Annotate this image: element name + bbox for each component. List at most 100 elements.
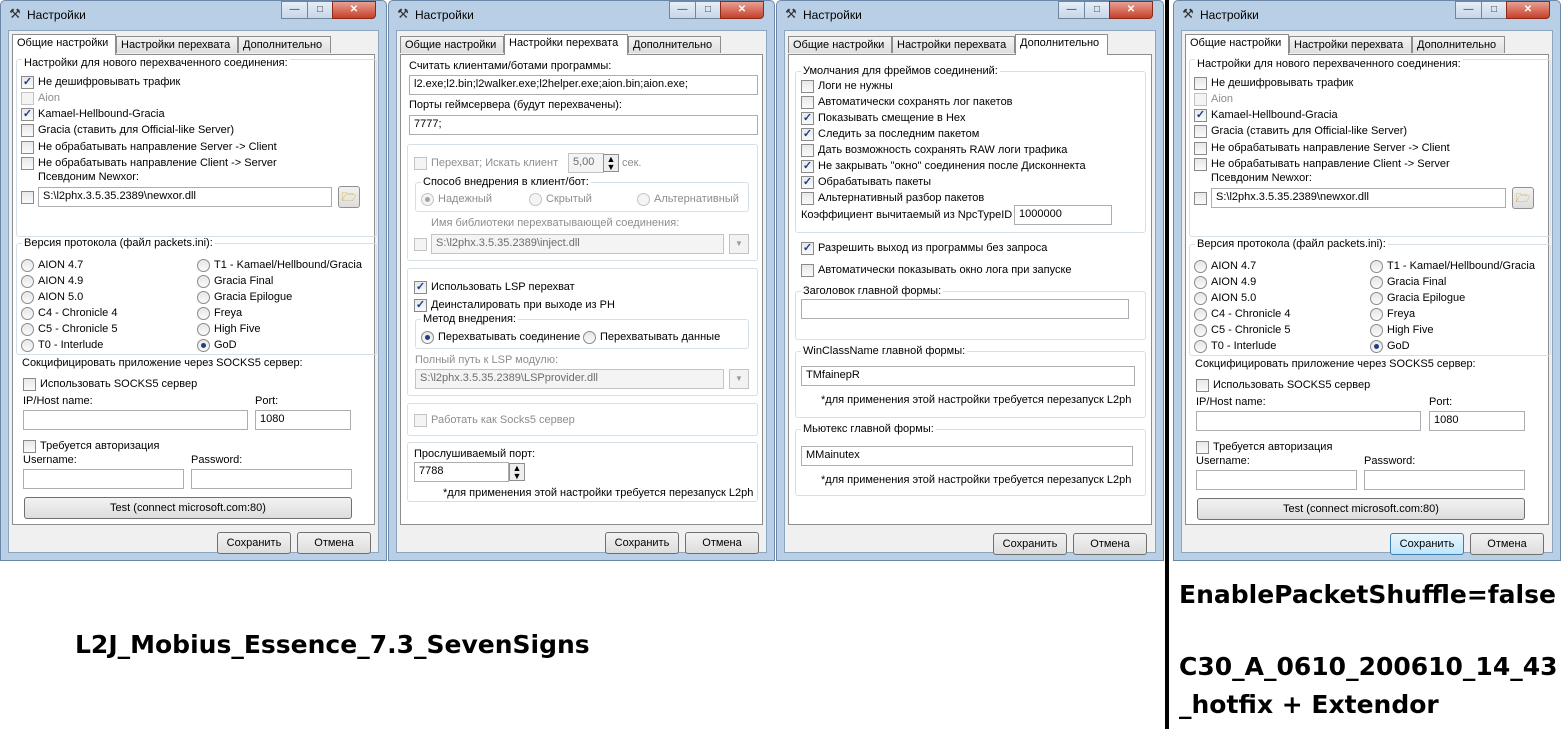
uninstall-checkbox[interactable]: ✓ — [414, 299, 427, 312]
protocol-radio-freya[interactable] — [1370, 308, 1383, 321]
tab-intercept[interactable]: Настройки перехвата — [1289, 36, 1412, 53]
username-input[interactable] — [23, 469, 184, 489]
ip-host-input[interactable] — [1196, 411, 1421, 431]
maximize-button[interactable]: □ — [307, 1, 333, 19]
tab-general[interactable]: Общие настройки — [12, 34, 116, 55]
protocol-radio-c5[interactable] — [21, 323, 34, 336]
default-option-checkbox[interactable] — [801, 80, 814, 93]
save-button[interactable]: Сохранить — [993, 533, 1067, 555]
username-input[interactable] — [1196, 470, 1357, 490]
method-hidden-radio[interactable] — [529, 193, 542, 206]
intercept-data-radio[interactable] — [583, 331, 596, 344]
tab-extra[interactable]: Дополнительно — [238, 36, 331, 53]
folder-open-icon[interactable]: 🗁 — [338, 186, 360, 208]
close-button[interactable]: ✕ — [1506, 1, 1550, 19]
hook-interval-spinner[interactable]: ▲ ▼ — [603, 154, 619, 172]
protocol-radio-aion47[interactable] — [21, 259, 34, 272]
protocol-radio-c4[interactable] — [21, 307, 34, 320]
newxor-checkbox[interactable] — [21, 191, 34, 204]
minimize-button[interactable]: — — [281, 1, 308, 19]
cancel-button[interactable]: Отмена — [297, 532, 371, 554]
gracia-official-checkbox[interactable] — [21, 124, 34, 137]
protocol-radio-gracia-final[interactable] — [1370, 276, 1383, 289]
newxor-path-field[interactable]: S:\l2phx.3.5.35.2389\newxor.dll — [38, 187, 332, 207]
auth-checkbox[interactable] — [1196, 441, 1209, 454]
gracia-official-checkbox[interactable] — [1194, 125, 1207, 138]
lib-dropdown-icon[interactable]: ▼ — [729, 234, 749, 254]
listen-port-spinner[interactable]: ▲ ▼ — [509, 463, 525, 481]
no-server-client-checkbox[interactable] — [21, 141, 34, 154]
password-input[interactable] — [191, 469, 352, 489]
port-input[interactable]: 1080 — [255, 410, 351, 430]
default-option-checkbox[interactable]: ✓ — [801, 176, 814, 189]
protocol-radio-t1[interactable] — [1370, 260, 1383, 273]
password-input[interactable] — [1364, 470, 1525, 490]
cancel-button[interactable]: Отмена — [1073, 533, 1147, 555]
protocol-radio-god[interactable] — [1370, 340, 1383, 353]
default-option-checkbox[interactable]: ✓ — [801, 112, 814, 125]
ports-input[interactable]: 7777; — [409, 115, 758, 135]
protocol-radio-gracia-epilogue[interactable] — [197, 291, 210, 304]
no-client-server-checkbox[interactable] — [1194, 158, 1207, 171]
tab-intercept[interactable]: Настройки перехвата — [892, 36, 1015, 53]
no-client-server-checkbox[interactable] — [21, 157, 34, 170]
intercept-conn-radio[interactable] — [421, 331, 434, 344]
protocol-radio-god[interactable] — [197, 339, 210, 352]
tab-intercept[interactable]: Настройки перехвата — [116, 36, 238, 53]
use-socks-checkbox[interactable] — [23, 378, 36, 391]
save-button[interactable]: Сохранить — [605, 532, 679, 554]
lsp-dropdown-icon[interactable]: ▼ — [729, 369, 749, 389]
tab-general[interactable]: Общие настройки — [788, 36, 892, 53]
protocol-radio-aion50[interactable] — [1194, 292, 1207, 305]
lsp-path-field[interactable]: S:\l2phx.3.5.35.2389\LSPprovider.dll — [415, 369, 724, 389]
tab-intercept[interactable]: Настройки перехвата — [504, 34, 628, 55]
auth-checkbox[interactable] — [23, 440, 36, 453]
close-button[interactable]: ✕ — [1109, 1, 1153, 19]
protocol-radio-t1[interactable] — [197, 259, 210, 272]
protocol-radio-aion49[interactable] — [1194, 276, 1207, 289]
save-button[interactable]: Сохранить — [1390, 533, 1464, 555]
port-input[interactable]: 1080 — [1429, 411, 1525, 431]
test-connection-button[interactable]: Test (connect microsoft.com:80) — [24, 497, 352, 519]
protocol-radio-c5[interactable] — [1194, 324, 1207, 337]
protocol-radio-t0[interactable] — [1194, 340, 1207, 353]
default-option-checkbox[interactable]: ✓ — [801, 128, 814, 141]
maximize-button[interactable]: □ — [1084, 1, 1110, 19]
newxor-path-field[interactable]: S:\l2phx.3.5.35.2389\newxor.dll — [1211, 188, 1506, 208]
method-reliable-radio[interactable] — [421, 193, 434, 206]
title-bar[interactable]: ⚒ Настройки — □ ✕ — [389, 1, 774, 29]
title-bar[interactable]: ⚒ Настройки — □ ✕ — [777, 1, 1163, 29]
cancel-button[interactable]: Отмена — [1470, 533, 1544, 555]
allow-exit-checkbox[interactable]: ✓ — [801, 242, 814, 255]
use-socks-checkbox[interactable] — [1196, 379, 1209, 392]
default-option-checkbox[interactable]: ✓ — [801, 160, 814, 173]
test-connection-button[interactable]: Test (connect microsoft.com:80) — [1197, 498, 1525, 520]
main-title-input[interactable] — [801, 299, 1129, 319]
socks-server-checkbox[interactable] — [414, 414, 427, 427]
tab-general[interactable]: Общие настройки — [400, 36, 504, 53]
close-button[interactable]: ✕ — [720, 1, 764, 19]
folder-open-icon[interactable]: 🗁 — [1512, 187, 1534, 209]
protocol-radio-gracia-epilogue[interactable] — [1370, 292, 1383, 305]
tab-extra[interactable]: Дополнительно — [628, 36, 721, 53]
protocol-radio-aion50[interactable] — [21, 291, 34, 304]
ip-host-input[interactable] — [23, 410, 248, 430]
listen-port-input[interactable]: 7788 — [414, 462, 509, 482]
maximize-button[interactable]: □ — [1481, 1, 1507, 19]
protocol-radio-aion49[interactable] — [21, 275, 34, 288]
save-button[interactable]: Сохранить — [217, 532, 291, 554]
method-alt-radio[interactable] — [637, 193, 650, 206]
tab-extra[interactable]: Дополнительно — [1412, 36, 1505, 53]
maximize-button[interactable]: □ — [695, 1, 721, 19]
auto-log-checkbox[interactable] — [801, 264, 814, 277]
tab-general[interactable]: Общие настройки — [1185, 34, 1289, 55]
mutex-input[interactable]: MMainutex — [801, 446, 1133, 466]
clients-input[interactable]: l2.exe;l2.bin;l2walker.exe;l2helper.exe;… — [409, 75, 758, 95]
use-lsp-checkbox[interactable]: ✓ — [414, 281, 427, 294]
protocol-radio-t0[interactable] — [21, 339, 34, 352]
protocol-radio-freya[interactable] — [197, 307, 210, 320]
lib-path-field[interactable]: S:\l2phx.3.5.35.2389\inject.dll — [431, 234, 724, 254]
no-decrypt-checkbox[interactable]: ✓ — [21, 76, 34, 89]
hook-interval-input[interactable]: 5,00 — [568, 153, 604, 173]
protocol-radio-high-five[interactable] — [1370, 324, 1383, 337]
